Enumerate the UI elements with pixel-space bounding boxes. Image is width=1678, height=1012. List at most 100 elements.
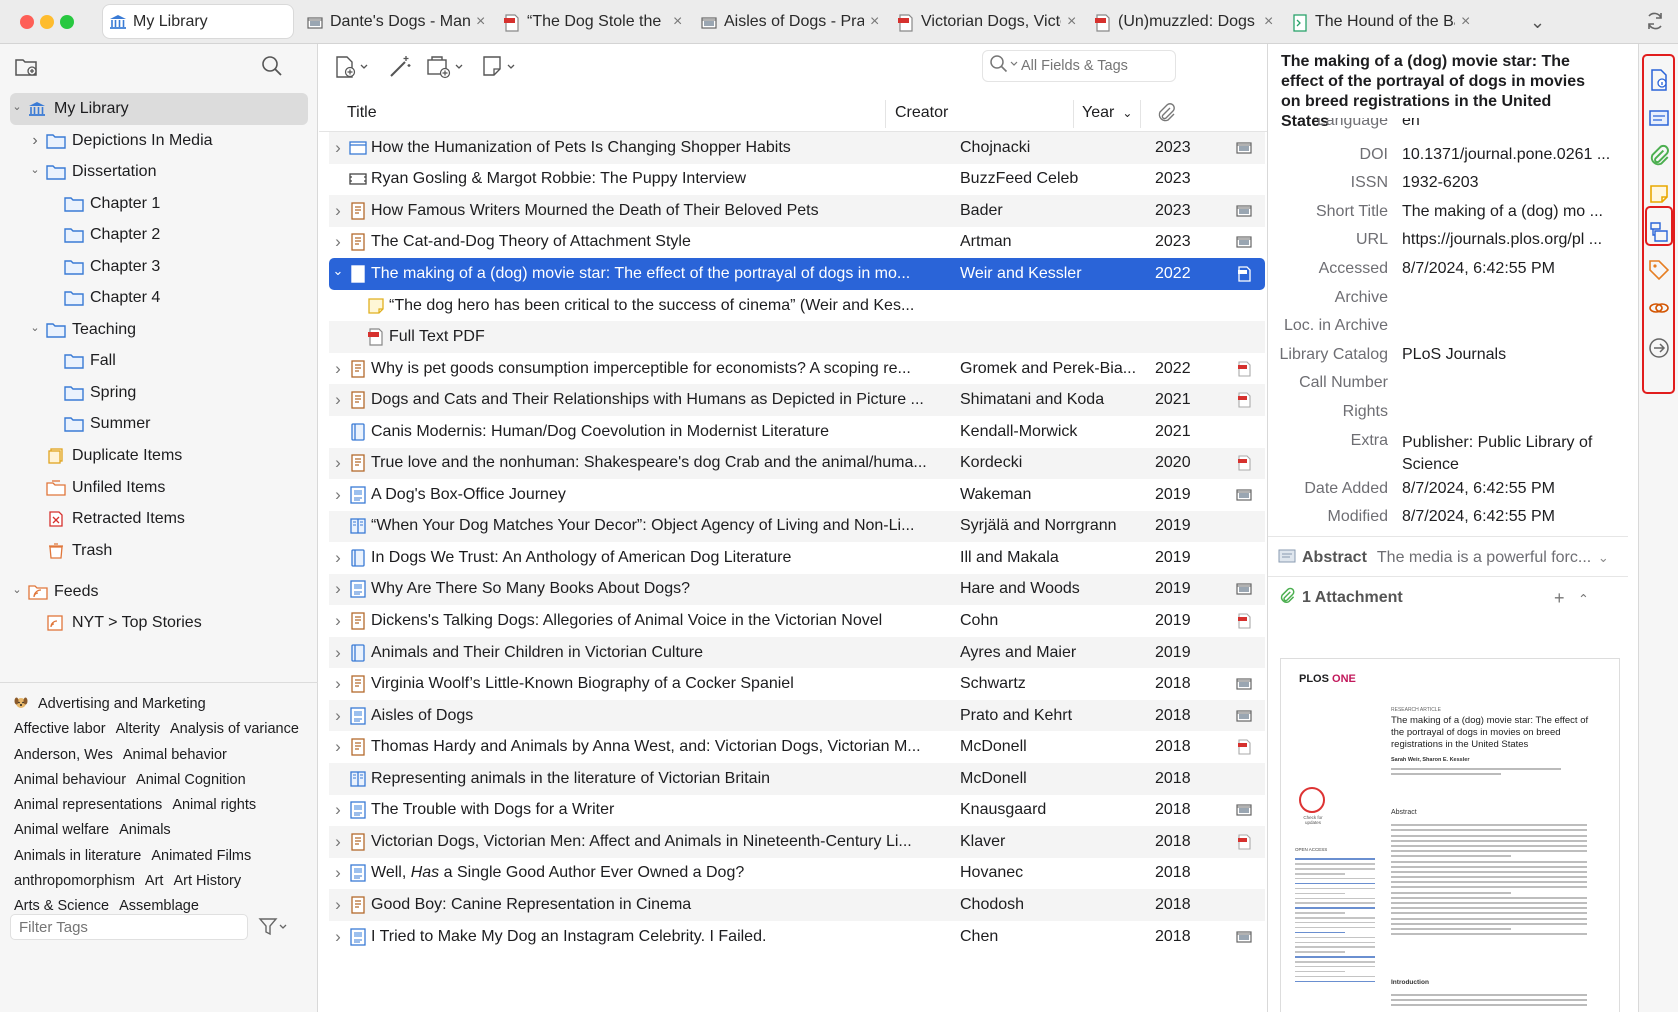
tag-item[interactable]: Animal welfare	[14, 818, 109, 843]
filter-tags-input-box[interactable]	[10, 914, 248, 940]
field-value[interactable]: en	[1402, 118, 1622, 130]
chevron-right-icon[interactable]: ›	[329, 138, 347, 158]
collection-duplicate-items[interactable]: Duplicate Items	[10, 440, 308, 472]
snapshot-attachment-icon[interactable]	[1235, 928, 1255, 946]
collection-teaching[interactable]: ⌄ Teaching	[10, 314, 308, 346]
item-row[interactable]: › I Tried to Make My Dog an Instagram Cel…	[329, 921, 1265, 953]
item-row[interactable]: › Virginia Woolf’s Little-Known Biography…	[329, 668, 1265, 700]
close-tab-icon[interactable]: ×	[476, 13, 485, 31]
child-item-row[interactable]: Full Text PDF	[329, 321, 1265, 353]
collection-nyt-top-stories[interactable]: NYT > Top Stories	[10, 607, 308, 639]
attachments-section-paperclip-icon[interactable]	[1647, 144, 1671, 168]
item-row[interactable]: Ryan Gosling & Margot Robbie: The Puppy …	[329, 164, 1265, 196]
field-value[interactable]: 8/7/2024, 6:42:55 PM	[1402, 508, 1622, 526]
collection-chapter-1[interactable]: Chapter 1	[10, 188, 308, 220]
add-attachment-icon[interactable]	[425, 54, 469, 85]
snapshot-attachment-icon[interactable]	[1235, 580, 1255, 598]
tag-filter-menu-icon[interactable]	[258, 917, 288, 942]
item-row[interactable]: Canis Modernis: Human/Dog Coevolution in…	[329, 416, 1265, 448]
pdf-attachment-icon[interactable]	[1235, 265, 1255, 283]
tag-item[interactable]: Affective labor	[14, 717, 106, 742]
tag-item[interactable]: Art	[145, 869, 164, 894]
reader-tab[interactable]: Aisles of Dogs - Prato ×	[694, 5, 884, 38]
item-row[interactable]: › Victorian Dogs, Victorian Men: Affect a…	[329, 826, 1265, 858]
new-item-icon[interactable]	[333, 54, 373, 85]
locate-section-icon[interactable]	[1647, 336, 1671, 360]
item-row[interactable]: › A Dog's Box-Office Journey Wakeman 2019	[329, 479, 1265, 511]
snapshot-attachment-icon[interactable]	[1235, 202, 1255, 220]
libraries-collections-section-icon[interactable]	[1647, 220, 1671, 244]
item-row[interactable]: › Aisles of Dogs Prato and Kehrt 2018	[329, 699, 1265, 732]
item-row[interactable]: › How Famous Writers Mourned the Death of…	[329, 195, 1265, 227]
tag-item[interactable]: Animated Films	[151, 844, 251, 869]
field-value[interactable]: 8/7/2024, 6:42:55 PM	[1402, 480, 1622, 498]
tag-item[interactable]: Alterity	[116, 717, 160, 742]
item-row[interactable]: › Why is pet goods consumption impercepti…	[329, 353, 1265, 385]
item-row[interactable]: Representing animals in the literature o…	[329, 763, 1265, 795]
column-header-attachments-paperclip-icon[interactable]	[1155, 102, 1177, 129]
collection-unfiled-items[interactable]: Unfiled Items	[10, 472, 308, 504]
info-section-icon[interactable]	[1647, 68, 1671, 92]
chevron-right-icon[interactable]: ›	[329, 548, 347, 568]
item-row[interactable]: › Animals and Their Children in Victorian…	[329, 636, 1265, 669]
item-row[interactable]: › Dickens's Talking Dogs: Allegories of A…	[329, 605, 1265, 637]
chevron-right-icon[interactable]: ›	[329, 927, 347, 947]
chevron-right-icon[interactable]: ›	[329, 895, 347, 915]
tag-item[interactable]: Animal rights	[172, 793, 256, 818]
field-value[interactable]: 1932-6203	[1402, 174, 1622, 192]
close-tab-icon[interactable]: ×	[673, 13, 682, 31]
snapshot-attachment-icon[interactable]	[1235, 139, 1255, 157]
tag-item[interactable]: Animals	[119, 818, 171, 843]
column-divider[interactable]	[885, 100, 886, 128]
tag-item[interactable]: Analysis of variance	[170, 717, 299, 742]
collection-spring[interactable]: Spring	[10, 377, 308, 409]
collection-dissertation[interactable]: ⌄ Dissertation	[10, 156, 308, 188]
item-row[interactable]: ⌄ The making of a (dog) movie star: The e…	[329, 258, 1265, 290]
collapse-chevron-icon[interactable]: ⌄	[1578, 590, 1589, 606]
tag-item[interactable]: Animal behaviour	[14, 768, 126, 793]
collection-fall[interactable]: Fall	[10, 345, 308, 377]
chevron-down-icon[interactable]: ⌄	[28, 321, 42, 334]
abstract-section-header[interactable]: Abstract The media is a powerful forc...…	[1278, 544, 1628, 572]
search-icon[interactable]	[989, 54, 1021, 79]
search-input[interactable]	[1021, 58, 1161, 74]
snapshot-attachment-icon[interactable]	[1235, 707, 1255, 725]
close-tab-icon[interactable]: ×	[1461, 13, 1470, 31]
collection-summer[interactable]: Summer	[10, 408, 308, 440]
field-value[interactable]: Publisher: Public Library of Science	[1402, 432, 1622, 476]
add-attachment-plus-icon[interactable]: +	[1554, 588, 1565, 609]
pdf-attachment-icon[interactable]	[1235, 454, 1255, 472]
field-value[interactable]: https://journals.plos.org/pl ...	[1402, 231, 1622, 249]
close-window-button[interactable]	[20, 15, 34, 29]
chevron-right-icon[interactable]: ›	[329, 390, 347, 410]
chevron-right-icon[interactable]: ›	[329, 453, 347, 473]
chevron-right-icon[interactable]: ›	[329, 674, 347, 694]
pdf-attachment-icon[interactable]	[1235, 833, 1255, 851]
chevron-right-icon[interactable]: ›	[329, 201, 347, 221]
item-row[interactable]: › Thomas Hardy and Animals by Anna West, …	[329, 731, 1265, 763]
filter-tags-input[interactable]	[11, 915, 231, 939]
snapshot-attachment-icon[interactable]	[1235, 675, 1255, 693]
search-collections-icon[interactable]	[260, 54, 284, 83]
item-row[interactable]: › Good Boy: Canine Representation in Cine…	[329, 889, 1265, 921]
expand-chevron-icon[interactable]: ⌄	[1598, 550, 1609, 566]
new-note-icon[interactable]	[481, 54, 521, 85]
new-collection-icon[interactable]	[14, 56, 40, 83]
pdf-attachment-icon[interactable]	[1235, 612, 1255, 630]
snapshot-attachment-icon[interactable]	[1235, 801, 1255, 819]
item-row[interactable]: › True love and the nonhuman: Shakespeare…	[329, 447, 1265, 480]
chevron-right-icon[interactable]: ›	[329, 611, 347, 631]
chevron-right-icon[interactable]: ›	[329, 737, 347, 757]
tabs-overflow-chevron-icon[interactable]: ⌄	[1530, 12, 1545, 33]
field-value[interactable]	[1402, 374, 1622, 392]
column-header-year[interactable]: Year ⌄	[1082, 94, 1132, 132]
field-value[interactable]: 10.1371/journal.pone.0261 ...	[1402, 146, 1622, 164]
chevron-right-icon[interactable]: ›	[28, 132, 42, 150]
chevron-right-icon[interactable]: ›	[329, 232, 347, 252]
collection-chapter-3[interactable]: Chapter 3	[10, 251, 308, 283]
tag-item[interactable]: Animal behavior	[123, 743, 227, 768]
field-value[interactable]: The making of a (dog) mo ...	[1402, 203, 1622, 221]
tag-item[interactable]: Animal Cognition	[136, 768, 246, 793]
tag-item[interactable]: Anderson, Wes	[14, 743, 113, 768]
tag-item[interactable]: Art History	[173, 869, 241, 894]
